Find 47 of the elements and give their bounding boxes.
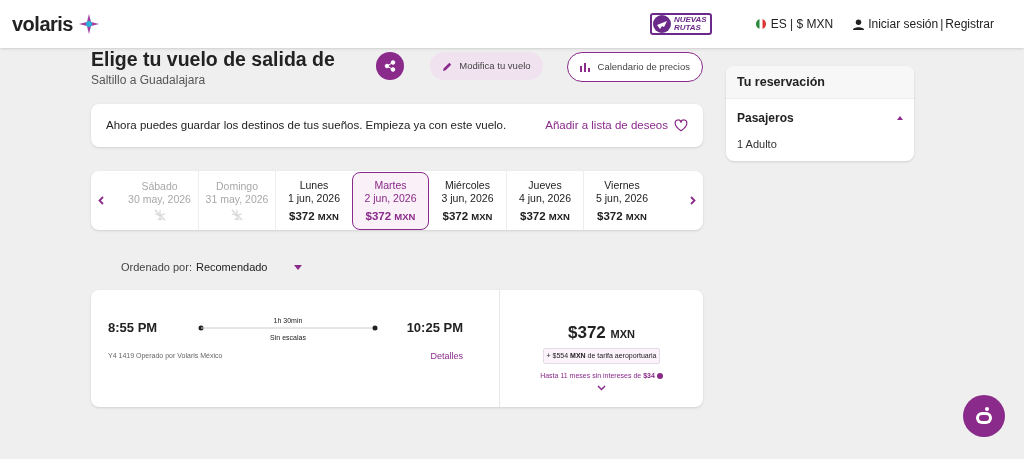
pencil-icon: [442, 60, 454, 72]
arrival-time: 10:25 PM: [406, 319, 463, 337]
route-text: Saltillo a Guadalajara: [91, 72, 207, 89]
login-link[interactable]: Iniciar sesión: [868, 15, 939, 33]
new-routes-badge[interactable]: NUEVAS RUTAS: [649, 13, 712, 35]
mexico-flag-icon: [755, 19, 766, 29]
plane-icon: [651, 14, 672, 34]
register-link[interactable]: Registrar: [945, 15, 994, 33]
share-button[interactable]: [376, 52, 405, 80]
date-option[interactable]: Lunes 1 jun, 2026 $372 MXN: [276, 171, 352, 230]
badge-text: NUEVAS: [673, 16, 707, 24]
next-arrow[interactable]: [687, 194, 699, 207]
chevron-down-icon[interactable]: [597, 384, 606, 391]
fare-price: $372 MXN: [568, 322, 635, 344]
no-flight-icon: [152, 207, 167, 222]
no-flight-icon: [230, 207, 244, 222]
star-logo-icon: [79, 14, 99, 34]
wishlist-message: Ahora puedes guardar los destinos de tus sueños. Empieza ya con este vuelo.: [106, 117, 508, 133]
share-icon: [384, 60, 397, 72]
caret-icon: [293, 264, 302, 270]
departure-time: 8:55 PM: [108, 319, 159, 337]
chatbot-button[interactable]: [963, 395, 1005, 437]
locale-selector[interactable]: ES | $ MXN: [770, 15, 834, 33]
badge-text: RUTAS: [673, 24, 702, 32]
user-icon: [853, 18, 865, 30]
separator: |: [940, 16, 944, 33]
passenger-count: 1 Adulto: [737, 137, 778, 152]
chevron-right-icon: [690, 196, 696, 205]
heart-icon: [674, 119, 688, 132]
sort-label: Ordenado por:: [121, 259, 192, 275]
date-option[interactable]: Martes 2 jun, 2026 $372 MXN: [352, 171, 429, 230]
modify-flight-button[interactable]: Modifica tu vuelo: [430, 52, 543, 80]
route-line-icon: [198, 324, 378, 331]
date-option[interactable]: Jueves 4 jun, 2026 $372 MXN: [507, 171, 583, 230]
passengers-toggle[interactable]: Pasajeros: [737, 109, 903, 127]
sort-dropdown[interactable]: Recomendado: [195, 258, 302, 276]
bar-chart-icon: [579, 62, 590, 72]
reservation-title: Tu reservación: [737, 73, 825, 91]
previous-arrow[interactable]: [95, 194, 107, 207]
add-to-wishlist-link[interactable]: Añadir a lista de deseos: [545, 116, 688, 135]
date-option[interactable]: Miércoles 3 jun, 2026 $372 MXN: [429, 171, 506, 230]
brand-logo[interactable]: volaris: [12, 9, 73, 39]
chevron-left-icon: [98, 196, 104, 205]
details-link[interactable]: Detalles: [430, 349, 463, 363]
date-option[interactable]: Viernes 5 jun, 2026 $372 MXN: [584, 171, 660, 230]
price-calendar-button[interactable]: Calendario de precios: [566, 52, 703, 82]
page-title: Elige tu vuelo de salida de: [91, 47, 336, 71]
